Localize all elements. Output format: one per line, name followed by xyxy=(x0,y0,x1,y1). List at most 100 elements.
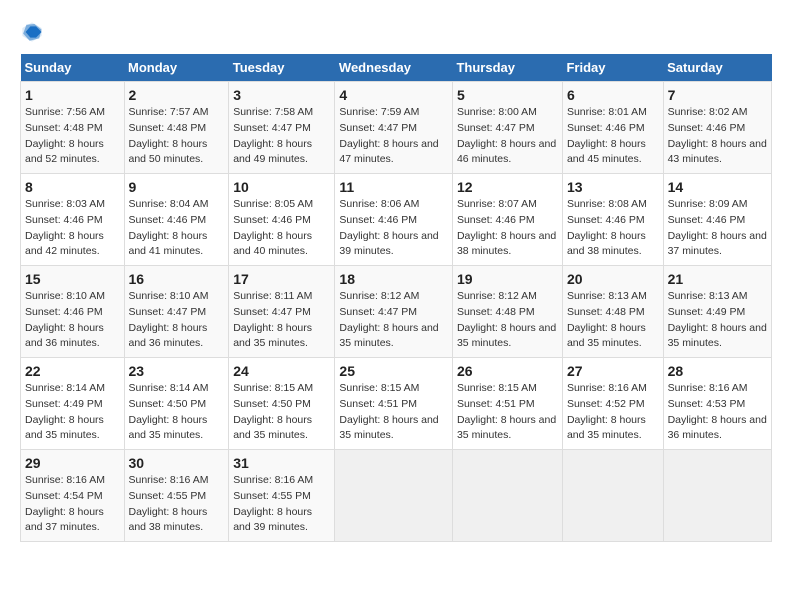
day-detail: Sunrise: 8:00 AMSunset: 4:47 PMDaylight:… xyxy=(457,106,556,165)
calendar-cell: 13 Sunrise: 8:08 AMSunset: 4:46 PMDaylig… xyxy=(562,174,663,266)
day-number: 14 xyxy=(668,179,767,195)
logo xyxy=(20,20,48,44)
calendar-cell: 26 Sunrise: 8:15 AMSunset: 4:51 PMDaylig… xyxy=(452,358,562,450)
calendar-cell: 27 Sunrise: 8:16 AMSunset: 4:52 PMDaylig… xyxy=(562,358,663,450)
calendar-cell: 21 Sunrise: 8:13 AMSunset: 4:49 PMDaylig… xyxy=(663,266,771,358)
calendar-cell: 8 Sunrise: 8:03 AMSunset: 4:46 PMDayligh… xyxy=(21,174,125,266)
day-number: 22 xyxy=(25,363,120,379)
day-header-tuesday: Tuesday xyxy=(229,54,335,82)
day-number: 4 xyxy=(339,87,448,103)
day-number: 17 xyxy=(233,271,330,287)
day-header-friday: Friday xyxy=(562,54,663,82)
calendar-cell: 20 Sunrise: 8:13 AMSunset: 4:48 PMDaylig… xyxy=(562,266,663,358)
day-detail: Sunrise: 8:08 AMSunset: 4:46 PMDaylight:… xyxy=(567,198,647,257)
day-number: 21 xyxy=(668,271,767,287)
day-number: 19 xyxy=(457,271,558,287)
day-number: 16 xyxy=(129,271,225,287)
day-detail: Sunrise: 8:16 AMSunset: 4:54 PMDaylight:… xyxy=(25,474,105,533)
calendar-cell xyxy=(562,450,663,542)
day-detail: Sunrise: 8:10 AMSunset: 4:47 PMDaylight:… xyxy=(129,290,209,349)
day-number: 9 xyxy=(129,179,225,195)
day-number: 18 xyxy=(339,271,448,287)
day-header-thursday: Thursday xyxy=(452,54,562,82)
calendar-cell: 30 Sunrise: 8:16 AMSunset: 4:55 PMDaylig… xyxy=(124,450,229,542)
calendar-cell xyxy=(452,450,562,542)
day-number: 26 xyxy=(457,363,558,379)
calendar-cell: 1 Sunrise: 7:56 AMSunset: 4:48 PMDayligh… xyxy=(21,82,125,174)
calendar-cell: 31 Sunrise: 8:16 AMSunset: 4:55 PMDaylig… xyxy=(229,450,335,542)
calendar-header-row: SundayMondayTuesdayWednesdayThursdayFrid… xyxy=(21,54,772,82)
calendar-week-3: 15 Sunrise: 8:10 AMSunset: 4:46 PMDaylig… xyxy=(21,266,772,358)
day-detail: Sunrise: 8:14 AMSunset: 4:49 PMDaylight:… xyxy=(25,382,105,441)
day-detail: Sunrise: 8:03 AMSunset: 4:46 PMDaylight:… xyxy=(25,198,105,257)
calendar-cell: 15 Sunrise: 8:10 AMSunset: 4:46 PMDaylig… xyxy=(21,266,125,358)
calendar-cell: 25 Sunrise: 8:15 AMSunset: 4:51 PMDaylig… xyxy=(335,358,453,450)
day-header-saturday: Saturday xyxy=(663,54,771,82)
calendar-cell: 11 Sunrise: 8:06 AMSunset: 4:46 PMDaylig… xyxy=(335,174,453,266)
calendar-cell: 12 Sunrise: 8:07 AMSunset: 4:46 PMDaylig… xyxy=(452,174,562,266)
calendar-cell: 7 Sunrise: 8:02 AMSunset: 4:46 PMDayligh… xyxy=(663,82,771,174)
calendar-cell: 3 Sunrise: 7:58 AMSunset: 4:47 PMDayligh… xyxy=(229,82,335,174)
day-detail: Sunrise: 7:56 AMSunset: 4:48 PMDaylight:… xyxy=(25,106,105,165)
day-number: 30 xyxy=(129,455,225,471)
calendar-cell: 6 Sunrise: 8:01 AMSunset: 4:46 PMDayligh… xyxy=(562,82,663,174)
day-number: 7 xyxy=(668,87,767,103)
day-number: 20 xyxy=(567,271,659,287)
day-detail: Sunrise: 8:12 AMSunset: 4:47 PMDaylight:… xyxy=(339,290,438,349)
day-number: 3 xyxy=(233,87,330,103)
day-detail: Sunrise: 8:16 AMSunset: 4:55 PMDaylight:… xyxy=(129,474,209,533)
day-detail: Sunrise: 7:57 AMSunset: 4:48 PMDaylight:… xyxy=(129,106,209,165)
day-number: 23 xyxy=(129,363,225,379)
day-detail: Sunrise: 8:11 AMSunset: 4:47 PMDaylight:… xyxy=(233,290,312,349)
calendar-week-4: 22 Sunrise: 8:14 AMSunset: 4:49 PMDaylig… xyxy=(21,358,772,450)
calendar-week-1: 1 Sunrise: 7:56 AMSunset: 4:48 PMDayligh… xyxy=(21,82,772,174)
day-number: 2 xyxy=(129,87,225,103)
day-number: 10 xyxy=(233,179,330,195)
day-number: 5 xyxy=(457,87,558,103)
calendar-cell: 9 Sunrise: 8:04 AMSunset: 4:46 PMDayligh… xyxy=(124,174,229,266)
day-header-sunday: Sunday xyxy=(21,54,125,82)
calendar-cell: 23 Sunrise: 8:14 AMSunset: 4:50 PMDaylig… xyxy=(124,358,229,450)
day-detail: Sunrise: 8:14 AMSunset: 4:50 PMDaylight:… xyxy=(129,382,209,441)
day-detail: Sunrise: 8:13 AMSunset: 4:49 PMDaylight:… xyxy=(668,290,767,349)
calendar-week-5: 29 Sunrise: 8:16 AMSunset: 4:54 PMDaylig… xyxy=(21,450,772,542)
day-number: 11 xyxy=(339,179,448,195)
day-detail: Sunrise: 8:13 AMSunset: 4:48 PMDaylight:… xyxy=(567,290,647,349)
calendar-cell: 10 Sunrise: 8:05 AMSunset: 4:46 PMDaylig… xyxy=(229,174,335,266)
day-number: 29 xyxy=(25,455,120,471)
day-detail: Sunrise: 8:16 AMSunset: 4:53 PMDaylight:… xyxy=(668,382,767,441)
day-header-wednesday: Wednesday xyxy=(335,54,453,82)
calendar-cell: 28 Sunrise: 8:16 AMSunset: 4:53 PMDaylig… xyxy=(663,358,771,450)
day-number: 27 xyxy=(567,363,659,379)
day-number: 24 xyxy=(233,363,330,379)
day-detail: Sunrise: 8:15 AMSunset: 4:51 PMDaylight:… xyxy=(339,382,438,441)
calendar-cell: 22 Sunrise: 8:14 AMSunset: 4:49 PMDaylig… xyxy=(21,358,125,450)
day-detail: Sunrise: 8:07 AMSunset: 4:46 PMDaylight:… xyxy=(457,198,556,257)
calendar-cell xyxy=(335,450,453,542)
day-detail: Sunrise: 8:06 AMSunset: 4:46 PMDaylight:… xyxy=(339,198,438,257)
header xyxy=(20,20,772,44)
day-number: 15 xyxy=(25,271,120,287)
day-number: 25 xyxy=(339,363,448,379)
day-detail: Sunrise: 8:16 AMSunset: 4:52 PMDaylight:… xyxy=(567,382,647,441)
calendar-cell: 16 Sunrise: 8:10 AMSunset: 4:47 PMDaylig… xyxy=(124,266,229,358)
calendar-cell: 18 Sunrise: 8:12 AMSunset: 4:47 PMDaylig… xyxy=(335,266,453,358)
logo-icon xyxy=(20,20,44,44)
calendar-cell: 17 Sunrise: 8:11 AMSunset: 4:47 PMDaylig… xyxy=(229,266,335,358)
day-number: 28 xyxy=(668,363,767,379)
calendar-cell: 19 Sunrise: 8:12 AMSunset: 4:48 PMDaylig… xyxy=(452,266,562,358)
day-number: 8 xyxy=(25,179,120,195)
calendar-cell: 2 Sunrise: 7:57 AMSunset: 4:48 PMDayligh… xyxy=(124,82,229,174)
day-number: 6 xyxy=(567,87,659,103)
day-detail: Sunrise: 8:16 AMSunset: 4:55 PMDaylight:… xyxy=(233,474,313,533)
day-detail: Sunrise: 8:15 AMSunset: 4:50 PMDaylight:… xyxy=(233,382,313,441)
day-detail: Sunrise: 8:09 AMSunset: 4:46 PMDaylight:… xyxy=(668,198,767,257)
calendar-cell: 4 Sunrise: 7:59 AMSunset: 4:47 PMDayligh… xyxy=(335,82,453,174)
day-number: 31 xyxy=(233,455,330,471)
day-detail: Sunrise: 8:15 AMSunset: 4:51 PMDaylight:… xyxy=(457,382,556,441)
day-detail: Sunrise: 8:02 AMSunset: 4:46 PMDaylight:… xyxy=(668,106,767,165)
calendar-cell xyxy=(663,450,771,542)
calendar-cell: 14 Sunrise: 8:09 AMSunset: 4:46 PMDaylig… xyxy=(663,174,771,266)
day-number: 1 xyxy=(25,87,120,103)
day-number: 12 xyxy=(457,179,558,195)
